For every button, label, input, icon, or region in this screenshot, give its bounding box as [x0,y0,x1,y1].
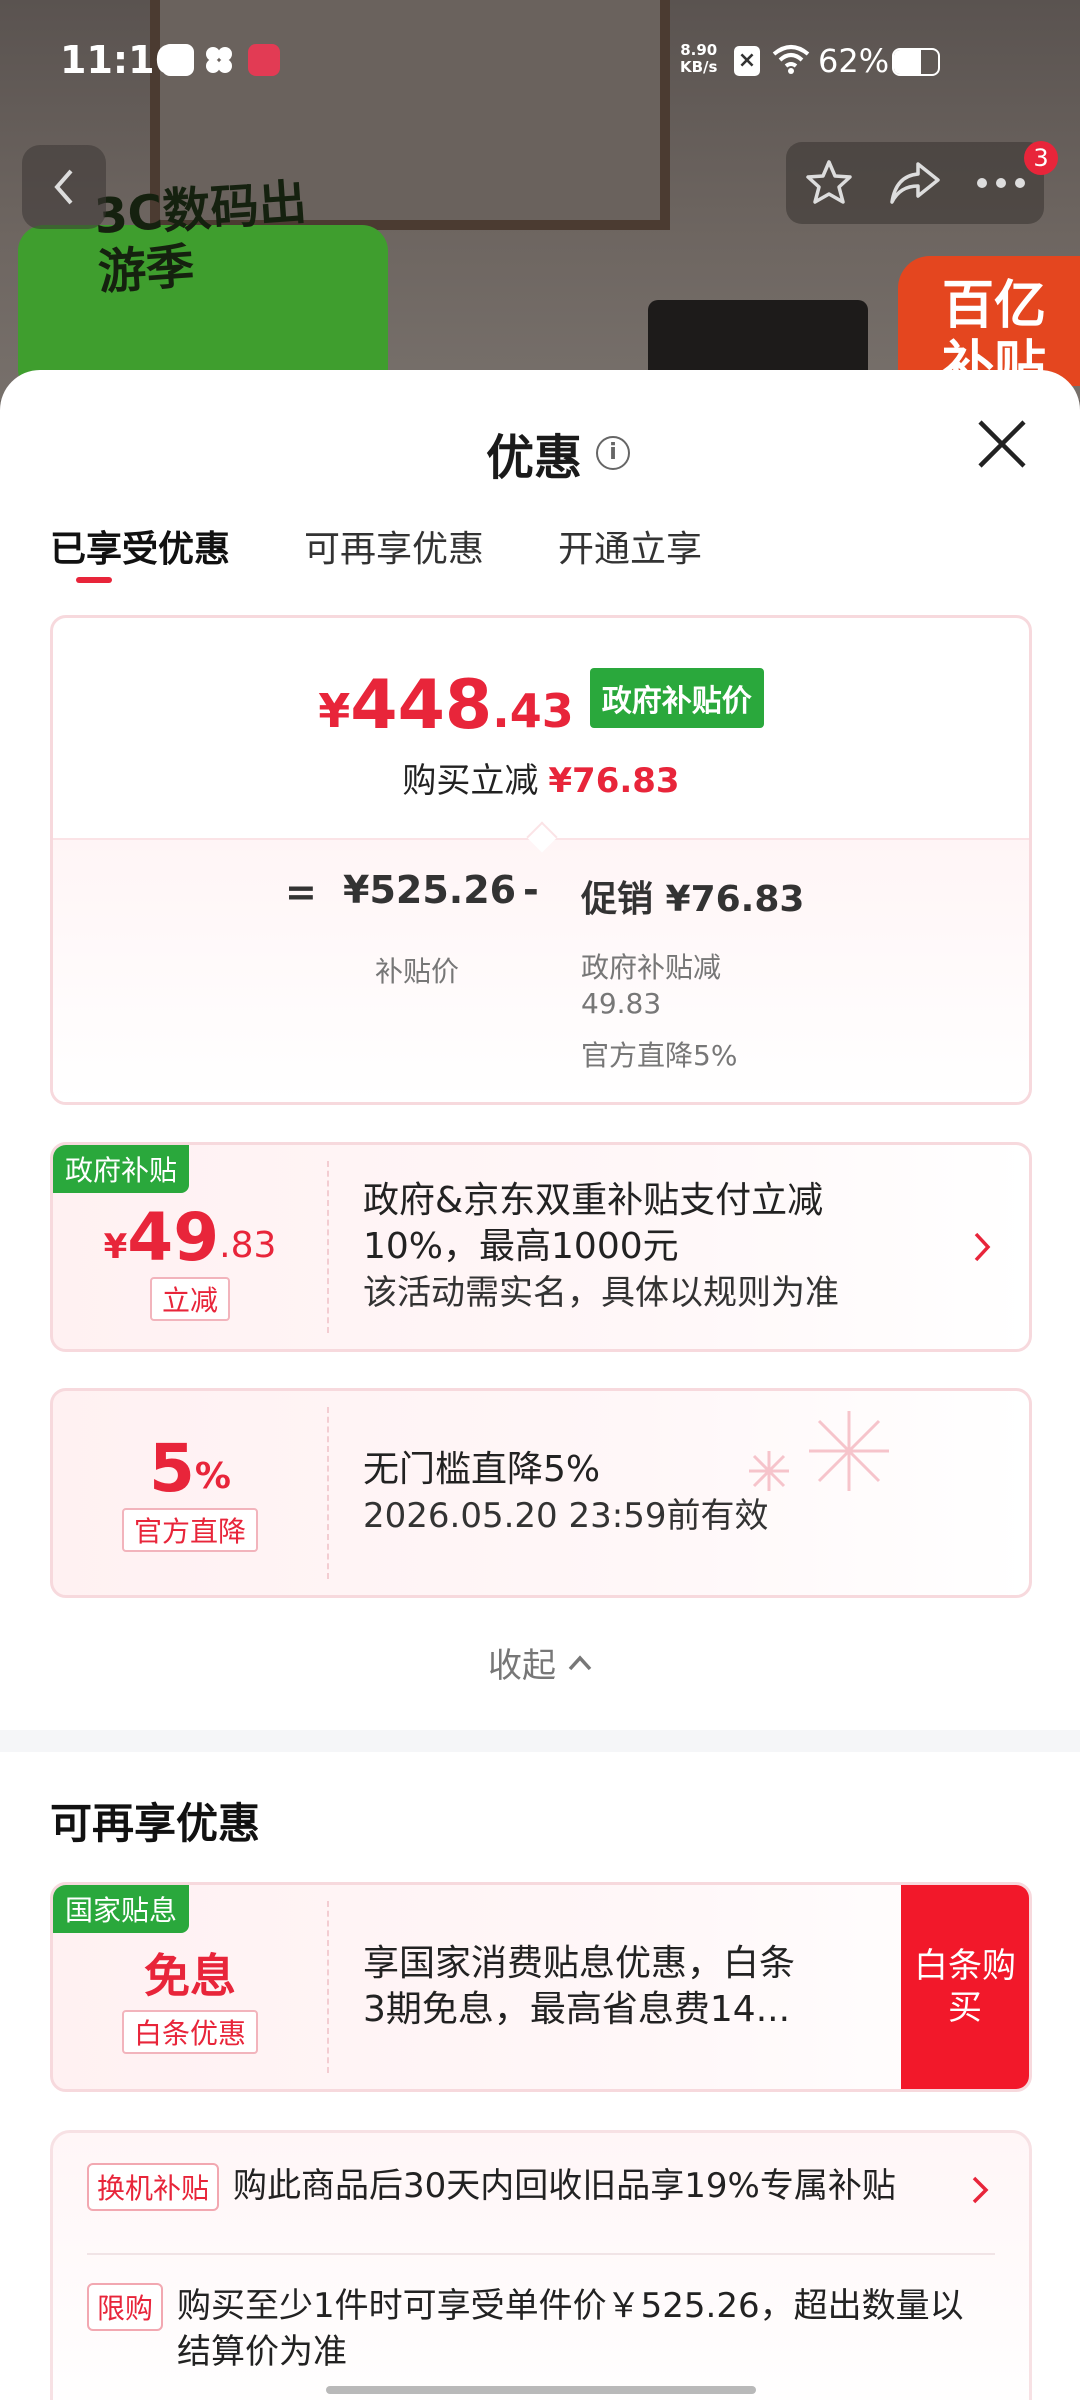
minus-sign: - [523,868,539,912]
buy-reduce-row: 购买立减 ¥76.83 [53,753,1029,802]
coupon-type-tag: 立减 [149,1277,230,1321]
close-button[interactable] [976,418,1028,474]
firework-decoration-icon [749,1411,889,1491]
notification-app-icon [203,44,235,76]
coupon-description: 享国家消费贴息优惠，白条 3期免息，最高省息费14... [363,1943,796,2030]
buy-reduce-label: 购买立减 [402,761,539,801]
more-icon[interactable] [975,176,1027,190]
equals-sign: = [285,870,317,914]
info-separator [87,2253,995,2255]
subsidy-price-label: 补贴价 [375,955,460,988]
tab-enjoyed[interactable]: 已享受优惠 [50,520,230,572]
gov-subsidy-price-tag: 政府补贴价 [589,668,764,728]
price-breakdown-card: ¥ 448 .43 政府补贴价 购买立减 ¥76.83 = ¥525.26 - 促… [50,615,1032,1105]
coupon-amount: 5 % [148,1430,231,1507]
back-button[interactable] [22,145,106,229]
collapse-label: 收起 [488,1646,556,1686]
coupon-divider [327,1901,329,2073]
promo-breakdown: 政府补贴减 49.83 官方直降5% [581,951,738,1072]
purchase-limit-row: 限购 购买至少1件时可享受单件价￥525.26，超出数量以结算价为准 [87,2283,995,2375]
top-actions-bar [786,142,1044,224]
share-icon[interactable] [888,158,942,208]
status-bar: 11:16 8.90 KB/s × 62% [0,0,1080,124]
tab-open-to-enjoy[interactable]: 开通立享 [558,520,702,572]
chevron-right-icon [972,2176,989,2204]
collapse-button[interactable]: 收起 [0,1638,1080,1687]
coupon-description: 政府&京东双重补贴支付立减 10%，最高1000元 该活动需实名，具体以规则为准 [363,1180,839,1313]
network-speed: 8.90 KB/s [680,41,718,76]
section-title-more-available: 可再享优惠 [50,1799,261,1848]
coupon-type-tag: 白条优惠 [121,2010,258,2054]
coupon-divider [327,1407,329,1579]
coupon-amount: ¥ 49 .83 [103,1199,277,1276]
no-sim-icon: × [734,46,760,76]
notification-app-icon [248,44,280,76]
interest-free-label: 免息 [144,1949,236,2003]
official-discount-coupon: 5 % 官方直降 无门槛直降5% 2026.05.20 23:59前有效 [50,1388,1032,1598]
notification-count-badge: 3 [1024,141,1058,175]
buy-reduce-amount: ¥76.83 [548,761,680,801]
close-icon [978,420,1026,468]
final-price-row: ¥ 448 .43 政府补贴价 [53,668,1029,742]
battery-fill [894,50,922,74]
chevron-left-icon [54,169,73,205]
baitiao-buy-button[interactable]: 白条购买 [901,1885,1029,2089]
price-calculation: = ¥525.26 - 促销 ¥76.83 补贴价 政府补贴减 49.83 官方… [53,838,1029,1102]
promo-banner-title: 3C数码出游季 [92,174,309,301]
promo-amount: 促销 ¥76.83 [581,879,805,920]
trade-in-tag: 换机补贴 [87,2163,220,2211]
battery-percent: 62% [818,42,890,80]
chevron-up-icon [568,1654,592,1670]
notification-app-icon [162,44,194,76]
battery-icon [892,48,940,76]
tab-more-available[interactable]: 可再享优惠 [304,520,484,572]
coupon-amount-area: ¥ 49 .83 立减 [53,1145,327,1349]
subsidy-badge: 百亿补贴 [898,256,1080,396]
wifi-icon [772,44,810,78]
purchase-limit-text: 购买至少1件时可享受单件价￥525.26，超出数量以结算价为准 [177,2286,964,2372]
final-price: ¥ 448 .43 [318,666,574,745]
home-indicator[interactable] [326,2386,756,2394]
info-icon[interactable]: i [596,436,631,470]
trade-in-text: 购此商品后30天内回收旧品享19%专属补贴 [233,2166,896,2206]
trade-in-subsidy-row[interactable]: 换机补贴 购此商品后30天内回收旧品享19%专属补贴 [87,2163,995,2211]
coupon-amount-area: 5 % 官方直降 [53,1391,327,1595]
discount-tabs: 已享受优惠 可再享优惠 开通立享 [50,520,702,572]
active-tab-indicator [76,577,112,583]
sheet-title: 优惠 [486,430,583,486]
discount-sheet: 优惠 i 已享受优惠 可再享优惠 开通立享 ¥ 448 .43 政府补贴价 购买… [0,370,1080,2400]
gov-subsidy-coupon[interactable]: 政府补贴 ¥ 49 .83 立减 政府&京东双重补贴支付立减 10%，最高100… [50,1142,1032,1352]
section-divider [0,1730,1080,1752]
coupon-type-tag: 官方直降 [121,1508,258,1552]
interest-free-coupon: 国家贴息 免息 白条优惠 享国家消费贴息优惠，白条 3期免息，最高省息费14..… [50,1882,1032,2092]
chevron-right-icon [974,1232,991,1262]
coupon-amount-area: 免息 白条优惠 [53,1885,327,2089]
subsidy-price: ¥525.26 [343,868,517,912]
sheet-header: 优惠 i [486,418,631,488]
purchase-limit-tag: 限购 [87,2283,164,2331]
coupon-divider [327,1161,329,1333]
star-icon[interactable] [803,157,855,209]
extra-benefits-box: 换机补贴 购此商品后30天内回收旧品享19%专属补贴 限购 购买至少1件时可享受… [50,2130,1032,2400]
